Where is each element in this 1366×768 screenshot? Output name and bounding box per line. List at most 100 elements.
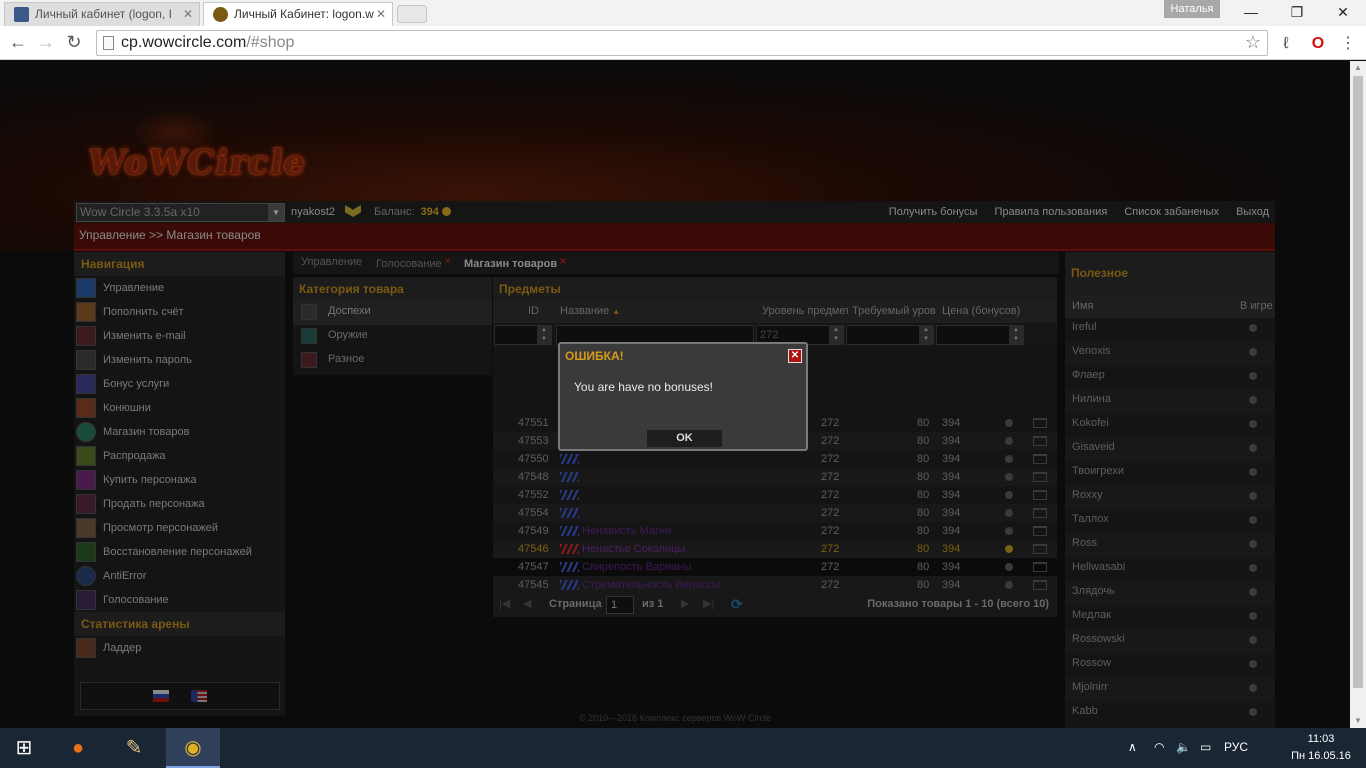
nav-item-view-chars[interactable]: Просмотр персонажей	[74, 516, 285, 540]
player-row[interactable]: Kokofei	[1065, 414, 1275, 438]
tab-manage[interactable]: Управление	[301, 256, 362, 268]
player-row[interactable]: Rossowski	[1065, 630, 1275, 654]
player-row[interactable]: Злядочь	[1065, 582, 1275, 606]
player-row[interactable]: Kabb	[1065, 702, 1275, 726]
cart-icon[interactable]	[1033, 562, 1047, 572]
network-icon[interactable]: ◠	[1154, 740, 1164, 754]
table-row[interactable]: 47552 272 80 394	[493, 486, 1057, 504]
russian-flag-icon[interactable]	[153, 690, 169, 702]
nav-item-ladder[interactable]: Ладдер	[74, 636, 285, 660]
back-icon[interactable]: ←	[6, 30, 30, 54]
tab-vote[interactable]: Голосование ✕	[376, 256, 451, 270]
nav-item-bonus[interactable]: Бонус услуги	[74, 372, 285, 396]
clock[interactable]: 11:03 Пн 16.05.16	[1288, 731, 1354, 765]
col-required-level[interactable]: Требуемый уровень	[852, 305, 936, 317]
player-row[interactable]: Флаер	[1065, 366, 1275, 390]
table-row[interactable]: 47554 272 80 394	[493, 504, 1057, 522]
logout-link[interactable]: Выход	[1236, 206, 1269, 218]
cart-icon[interactable]	[1033, 418, 1047, 428]
close-tab-icon[interactable]: ✕	[183, 3, 193, 25]
nav-item-vote[interactable]: Голосование	[74, 588, 285, 612]
filter-price[interactable]: ▲ ▼	[936, 325, 1024, 345]
language-indicator[interactable]: РУС	[1224, 740, 1248, 754]
close-icon[interactable]: ✕	[788, 349, 802, 363]
nav-item-sale[interactable]: Распродажа	[74, 444, 285, 468]
table-row[interactable]: 47549 Ненависть Магни 272 80 394	[493, 522, 1057, 540]
nav-item-sell-char[interactable]: Продать персонажа	[74, 492, 285, 516]
app-icon[interactable]: ✎	[110, 728, 158, 768]
windows-start-icon[interactable]: ⊞	[0, 728, 48, 768]
player-row[interactable]: Rossow	[1065, 654, 1275, 678]
player-row[interactable]: Hellwasabi	[1065, 558, 1275, 582]
filter-id[interactable]: ▲ ▼	[494, 325, 552, 345]
player-row[interactable]: Ireful	[1065, 318, 1275, 342]
opera-extension-icon[interactable]: O	[1308, 34, 1328, 54]
player-row[interactable]: Нилина	[1065, 390, 1275, 414]
rules-link[interactable]: Правила пользования	[995, 206, 1108, 218]
col-price[interactable]: Цена (бонусов)	[942, 305, 1026, 317]
browser-tab-1[interactable]: Личный кабинет (logon, I ✕	[4, 2, 200, 26]
extension-icon[interactable]: ℓ	[1276, 34, 1296, 54]
next-page-icon[interactable]: ▶	[681, 597, 689, 610]
nav-item-buy-char[interactable]: Купить персонажа	[74, 468, 285, 492]
reload-icon[interactable]: ↻	[62, 30, 86, 54]
player-row[interactable]: Медлак	[1065, 606, 1275, 630]
player-row[interactable]: Roxxy	[1065, 486, 1275, 510]
cart-icon[interactable]	[1033, 436, 1047, 446]
col-item-level[interactable]: Уровень предмета	[762, 305, 848, 317]
battery-icon[interactable]: ▭	[1200, 740, 1211, 754]
nav-item-password[interactable]: Изменить пароль	[74, 348, 285, 372]
filter-required-level[interactable]: ▲ ▼	[846, 325, 934, 345]
tab-shop[interactable]: Магазин товаров ✕	[464, 256, 567, 270]
last-page-icon[interactable]: ▶|	[703, 597, 714, 610]
cart-icon[interactable]	[1033, 526, 1047, 536]
close-window-icon[interactable]: ✕	[1320, 0, 1366, 26]
volume-icon[interactable]: 🔈	[1176, 740, 1191, 754]
table-row[interactable]: 47548 272 80 394	[493, 468, 1057, 486]
table-row[interactable]: 47547 Свирепость Варианы 272 80 394	[493, 558, 1057, 576]
cart-icon[interactable]	[1033, 454, 1047, 464]
cart-icon[interactable]	[1033, 580, 1047, 590]
nav-item-topup[interactable]: Пополнить счёт	[74, 300, 285, 324]
tray-chevron-icon[interactable]: ∧	[1128, 740, 1137, 754]
forward-icon[interactable]: →	[34, 30, 58, 54]
category-armor[interactable]: Доспехи	[293, 301, 492, 325]
ok-button[interactable]: OK	[647, 430, 722, 447]
browser-tab-2[interactable]: Личный Кабинет: logon.w ✕	[203, 2, 393, 26]
firefox-icon[interactable]: ●	[54, 728, 102, 768]
category-misc[interactable]: Разное	[293, 349, 492, 373]
col-id[interactable]: ID	[528, 305, 539, 317]
nav-item-shop[interactable]: Магазин товаров	[74, 420, 285, 444]
col-name[interactable]: Название ▲	[560, 305, 620, 317]
table-row[interactable]: 47550 272 80 394	[493, 450, 1057, 468]
prev-page-icon[interactable]: ◀	[523, 597, 531, 610]
player-row[interactable]: Gisaveid	[1065, 438, 1275, 462]
us-flag-icon[interactable]	[191, 690, 207, 702]
banned-list-link[interactable]: Список забаненых	[1124, 206, 1219, 218]
player-row[interactable]: Ross	[1065, 534, 1275, 558]
bookmark-star-icon[interactable]: ☆	[1245, 32, 1261, 53]
cart-icon[interactable]	[1033, 490, 1047, 500]
realm-select[interactable]: Wow Circle 3.3.5a x10 ▼	[76, 203, 285, 222]
player-row[interactable]: Таллох	[1065, 510, 1275, 534]
player-row[interactable]: Твоигрехи	[1065, 462, 1275, 486]
table-row[interactable]: 47545 Стремительность Вериссы 272 80 394	[493, 576, 1057, 594]
site-logo[interactable]: WoWCircle	[85, 143, 309, 183]
cart-icon[interactable]	[1033, 544, 1047, 554]
cart-icon[interactable]	[1033, 508, 1047, 518]
profile-button[interactable]: Наталья	[1164, 0, 1220, 18]
nav-item-manage[interactable]: Управление	[74, 276, 285, 300]
minimize-icon[interactable]: —	[1228, 0, 1274, 26]
nav-item-antierror[interactable]: AntiError	[74, 564, 285, 588]
table-row[interactable]: 47546 Ненастье Соколицы 272 80 394	[493, 540, 1057, 558]
chrome-menu-icon[interactable]: ⋮	[1338, 34, 1358, 54]
chrome-icon[interactable]: ◉	[166, 728, 220, 768]
page-scrollbar[interactable]: ▲ ▼	[1350, 61, 1366, 728]
player-row[interactable]: Venoxis	[1065, 342, 1275, 366]
page-input[interactable]: 1	[606, 596, 634, 614]
category-weapons[interactable]: Оружие	[293, 325, 492, 349]
nav-item-stables[interactable]: Конюшни	[74, 396, 285, 420]
close-tab-icon[interactable]: ✕	[376, 3, 386, 25]
nav-item-email[interactable]: Изменить e-mail	[74, 324, 285, 348]
new-tab-button[interactable]	[397, 5, 427, 23]
